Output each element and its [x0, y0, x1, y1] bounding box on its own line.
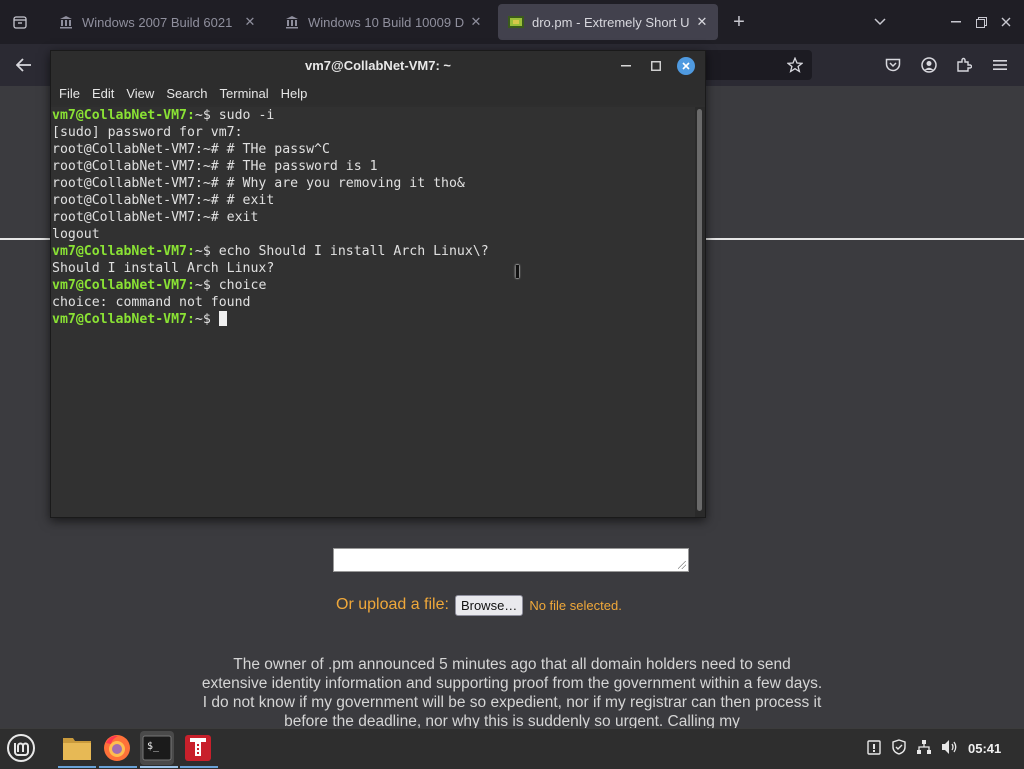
terminal-prompt: vm7@CollabNet-VM7:: [52, 108, 195, 123]
archive-manager-icon[interactable]: [181, 731, 215, 765]
browser-tab-1[interactable]: Windows 2007 Build 6021 ✕: [48, 4, 266, 40]
url-bar[interactable]: [700, 50, 812, 80]
menu-search[interactable]: Search: [166, 86, 207, 101]
minimize-icon[interactable]: [617, 57, 635, 75]
terminal-line-text: ~$ choice: [194, 278, 267, 293]
close-window-icon[interactable]: [996, 12, 1016, 32]
terminal-line-text: choice: command not found: [52, 295, 251, 310]
browser-tab-active[interactable]: dro.pm - Extremely Short U ✕: [498, 4, 718, 40]
terminal-output[interactable]: vm7@CollabNet-VM7:~$ sudo -i [sudo] pass…: [51, 107, 696, 517]
linux-mint-menu-icon[interactable]: [4, 731, 38, 765]
terminal-prompt: vm7@CollabNet-VM7:: [52, 278, 195, 293]
taskbar: $_ 05:41: [0, 728, 1024, 769]
dro-pm-favicon: [508, 14, 524, 30]
close-tab-icon[interactable]: ✕: [240, 14, 260, 30]
terminal-titlebar[interactable]: vm7@CollabNet-VM7: ~: [51, 51, 705, 81]
menu-file[interactable]: File: [59, 86, 80, 101]
text-cursor-icon: I: [514, 262, 521, 283]
terminal-cursor: [218, 311, 227, 326]
terminal-line: vm7@CollabNet-VM7:~$: [52, 311, 696, 328]
menu-view[interactable]: View: [126, 86, 154, 101]
pocket-icon[interactable]: [882, 54, 904, 76]
menu-edit[interactable]: Edit: [92, 86, 114, 101]
tab-title: Windows 2007 Build 6021: [82, 14, 233, 30]
network-icon[interactable]: [916, 739, 932, 758]
terminal-icon[interactable]: $_: [140, 731, 174, 765]
terminal-line-text: root@CollabNet-VM7:~# # exit: [52, 193, 275, 208]
terminal-line-text: root@CollabNet-VM7:~# exit: [52, 210, 259, 225]
terminal-line: root@CollabNet-VM7:~# # THe passw^C: [52, 141, 696, 158]
terminal-line-text: root@CollabNet-VM7:~# # THe password is …: [52, 159, 378, 174]
terminal-line-text: ~$: [194, 312, 219, 327]
account-icon[interactable]: [918, 54, 940, 76]
terminal-line-text: logout: [52, 227, 100, 242]
menu-terminal[interactable]: Terminal: [220, 86, 269, 101]
browser-tab-bar: Windows 2007 Build 6021 ✕ Windows 10 Bui…: [0, 0, 1024, 44]
terminal-window[interactable]: vm7@CollabNet-VM7: ~ File Edit View Sear…: [50, 50, 706, 518]
back-arrow-icon[interactable]: [12, 54, 36, 76]
tab-title: dro.pm - Extremely Short U: [532, 14, 690, 30]
browse-button[interactable]: Browse…: [454, 594, 524, 616]
upload-row: Or upload a file: Browse… No file select…: [336, 594, 622, 616]
notice-text: The owner of .pm announced 5 minutes ago…: [201, 656, 823, 730]
firefox-icon[interactable]: [100, 731, 134, 765]
terminal-line-text: root@CollabNet-VM7:~# # THe passw^C: [52, 142, 330, 157]
maximize-icon[interactable]: [647, 57, 665, 75]
terminal-line-text: ~$ echo Should I install Arch Linux\?: [194, 244, 489, 259]
terminal-line: root@CollabNet-VM7:~# # exit: [52, 192, 696, 209]
close-icon[interactable]: [677, 57, 695, 75]
terminal-prompt: vm7@CollabNet-VM7:: [52, 244, 195, 259]
resize-grip-icon[interactable]: [678, 561, 686, 569]
no-file-status: No file selected.: [529, 597, 622, 613]
museum-icon: [284, 14, 300, 30]
terminal-prompt: vm7@CollabNet-VM7:: [52, 312, 195, 327]
close-tab-icon[interactable]: ✕: [692, 14, 712, 30]
terminal-line-text: root@CollabNet-VM7:~# # Why are you remo…: [52, 176, 465, 191]
hamburger-menu-icon[interactable]: [989, 54, 1011, 76]
menu-help[interactable]: Help: [281, 86, 308, 101]
restore-window-icon[interactable]: [971, 12, 991, 32]
bookmark-star-icon[interactable]: [784, 55, 806, 75]
terminal-line: vm7@CollabNet-VM7:~$ choice: [52, 277, 696, 294]
museum-icon: [58, 14, 74, 30]
terminal-line-text: ~$ sudo -i: [194, 108, 275, 123]
terminal-scrollbar[interactable]: [695, 107, 705, 517]
url-textarea[interactable]: [333, 548, 689, 572]
shield-icon[interactable]: [891, 739, 907, 758]
file-manager-icon[interactable]: [60, 731, 94, 765]
terminal-line: vm7@CollabNet-VM7:~$ sudo -i: [52, 107, 696, 124]
terminal-line: root@CollabNet-VM7:~# # THe password is …: [52, 158, 696, 175]
new-tab-button[interactable]: +: [728, 10, 750, 34]
terminal-title: vm7@CollabNet-VM7: ~: [305, 58, 451, 73]
terminal-line: root@CollabNet-VM7:~# exit: [52, 209, 696, 226]
terminal-line: Should I install Arch Linux?: [52, 260, 696, 277]
scrollbar-thumb[interactable]: [697, 109, 702, 511]
terminal-line-text: Should I install Arch Linux?: [52, 261, 275, 276]
terminal-line: choice: command not found: [52, 294, 696, 311]
tab-overflow-chevron-icon[interactable]: [870, 12, 890, 32]
tab-list-icon[interactable]: [10, 12, 30, 32]
browser-tab-2[interactable]: Windows 10 Build 10009 D ✕: [274, 4, 492, 40]
update-manager-icon[interactable]: [866, 739, 882, 758]
close-tab-icon[interactable]: ✕: [466, 14, 486, 30]
extensions-icon[interactable]: [953, 54, 975, 76]
volume-icon[interactable]: [941, 739, 959, 758]
tab-title: Windows 10 Build 10009 D: [308, 14, 465, 30]
terminal-line: [sudo] password for vm7:: [52, 124, 696, 141]
terminal-line: root@CollabNet-VM7:~# # Why are you remo…: [52, 175, 696, 192]
minimize-window-icon[interactable]: [946, 12, 966, 32]
terminal-line: logout: [52, 226, 696, 243]
upload-label: Or upload a file:: [336, 596, 449, 613]
terminal-line-text: [sudo] password for vm7:: [52, 125, 243, 140]
clock[interactable]: 05:41: [968, 741, 1001, 756]
terminal-line: vm7@CollabNet-VM7:~$ echo Should I insta…: [52, 243, 696, 260]
terminal-icon-glyph: $_: [147, 741, 160, 752]
terminal-menubar: File Edit View Search Terminal Help: [51, 81, 705, 105]
